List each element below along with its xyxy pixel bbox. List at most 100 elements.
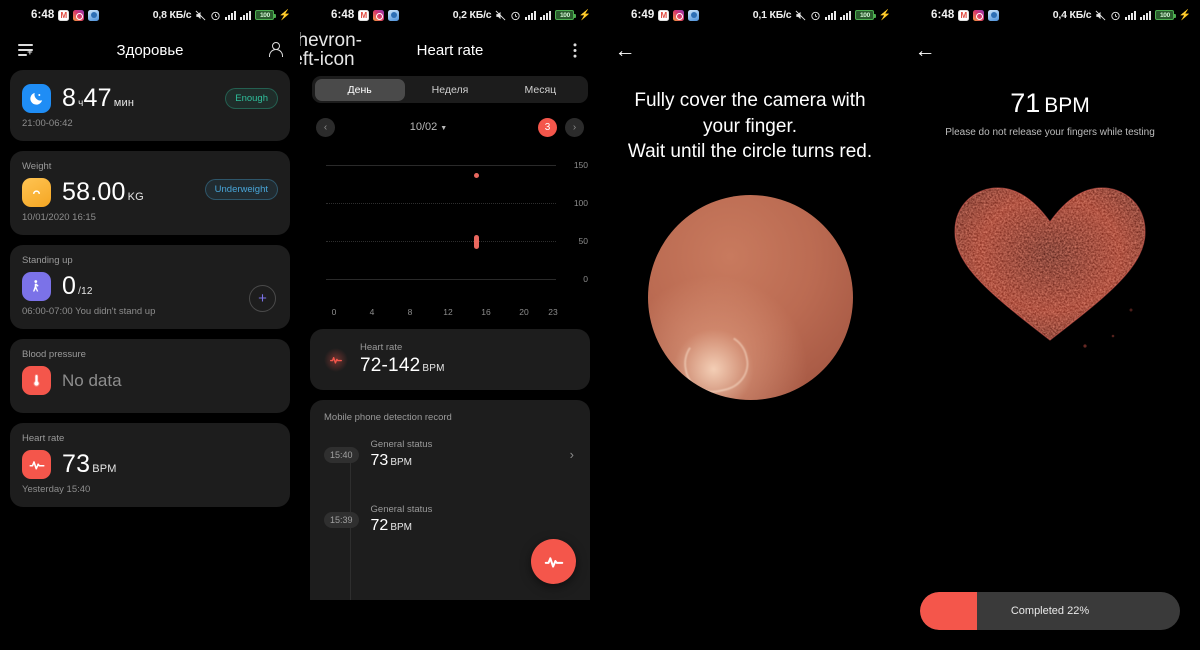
blue-app-icon: [688, 9, 700, 21]
panel-camera-instruction: 6:49 0,1 КБ/с 100 ⚡ ←: [600, 0, 900, 650]
tab-month[interactable]: Месяц: [495, 79, 585, 101]
charging-bolt-icon: ⚡: [878, 9, 891, 21]
signal-2-icon: [540, 10, 552, 20]
charging-bolt-icon: ⚡: [578, 9, 591, 21]
more-vertical-icon[interactable]: [564, 39, 586, 61]
bpm-value: 71: [1010, 88, 1041, 118]
weight-timestamp: 10/01/2020 16:15: [22, 212, 96, 223]
scale-icon: [22, 178, 51, 207]
panel-measuring: 6:48 0,4 КБ/с 100 ⚡ ←: [900, 0, 1200, 650]
card-label-heart-rate: Heart rate: [22, 433, 65, 444]
instagram-icon: [73, 9, 85, 21]
card-label-blood-pressure: Blood pressure: [22, 349, 86, 360]
status-time: 6:48: [331, 9, 355, 21]
alarm-icon: [1110, 10, 1121, 21]
current-date[interactable]: 10/02 ▼: [327, 121, 530, 133]
chevron-right-icon[interactable]: ›: [570, 447, 574, 462]
measure-heart-rate-fab[interactable]: [531, 539, 576, 584]
card-label-standing: Standing up: [22, 255, 73, 266]
weight-value: 58.00: [62, 178, 126, 206]
page-title: Здоровье: [116, 41, 184, 59]
record-unit: BPM: [390, 522, 412, 533]
header-2: chevron-left-icon Heart rate: [300, 30, 600, 70]
battery-icon: 100: [255, 10, 277, 20]
card-weight[interactable]: Weight 58.00 KG 10/01/2020 16:15 Underwe…: [10, 151, 290, 235]
list-item[interactable]: 15:40 General status 73 BPM ›: [324, 439, 576, 470]
progress-completed-label: Completed: [1010, 605, 1065, 617]
y-tick-100: 100: [573, 198, 588, 208]
instruction-line-3: Wait until the circle turns red.: [627, 141, 873, 163]
measured-bpm: 71 BPM: [900, 88, 1200, 119]
arrow-left-icon[interactable]: ←: [614, 39, 636, 61]
tab-day[interactable]: День: [314, 78, 405, 101]
camera-preview-circle: [647, 194, 853, 400]
period-tabs: День Неделя Месяц: [312, 76, 588, 103]
y-tick-0: 0: [583, 274, 588, 284]
instagram-icon: [373, 9, 385, 21]
data-point-range-72-82: [474, 235, 479, 249]
card-standing-up[interactable]: Standing up 0 /12 06:00-07:00 You didn't…: [10, 245, 290, 329]
x-tick-8: 8: [407, 307, 413, 317]
mute-icon: [1095, 10, 1106, 21]
instagram-icon: [973, 9, 985, 21]
status-bar-2: 6:48 0,2 КБ/с 100 ⚡: [300, 0, 600, 30]
status-badge-weight: Underweight: [204, 179, 278, 200]
status-bar-right-3: 0,1 КБ/с 100 ⚡: [753, 9, 891, 21]
network-speed: 0,4 КБ/с: [1052, 9, 1092, 21]
list-add-icon[interactable]: +: [14, 39, 36, 61]
x-tick-0: 0: [331, 307, 337, 317]
battery-icon: 100: [855, 10, 877, 20]
chevron-down-icon: ▼: [440, 125, 448, 132]
summary-value: 72-142: [360, 355, 421, 376]
record-value: 73: [370, 452, 389, 469]
chevron-left-icon[interactable]: chevron-left-icon: [300, 31, 362, 69]
bpm-unit: BPM: [1044, 94, 1090, 117]
signal-icon: [525, 10, 537, 20]
record-unit: BPM: [390, 457, 412, 468]
card-heart-rate[interactable]: Heart rate 73 BPM Yesterday 15:40: [10, 423, 290, 507]
status-time: 6:48: [31, 9, 55, 21]
weight-unit: KG: [127, 191, 144, 203]
reading-count-badge: 3: [538, 117, 557, 137]
record-time: 15:39: [324, 511, 359, 528]
record-status: General status: [370, 504, 433, 515]
person-icon[interactable]: [264, 39, 286, 61]
x-tick-16: 16: [481, 307, 491, 317]
add-standing-button[interactable]: +: [249, 285, 276, 312]
card-blood-pressure[interactable]: Blood pressure No data: [10, 339, 290, 413]
standing-goal: /12: [78, 286, 93, 297]
summary-unit: BPM: [422, 363, 445, 374]
network-speed: 0,8 КБ/с: [152, 9, 192, 21]
progress-label: Completed 22%: [920, 605, 1180, 617]
page-title: Heart rate: [416, 41, 484, 59]
x-tick-23: 23: [548, 307, 558, 317]
tab-week[interactable]: Неделя: [405, 79, 495, 101]
sleep-hours: 8: [62, 84, 77, 112]
mute-icon: [195, 10, 206, 21]
panel-heart-rate-detail: 6:48 0,2 КБ/с 100 ⚡ chevron-left-ic: [300, 0, 600, 650]
signal-2-icon: [240, 10, 252, 20]
measurement-progress-bar: Completed 22%: [920, 592, 1180, 630]
next-day-button[interactable]: ›: [565, 117, 584, 137]
blue-app-icon: [388, 9, 400, 21]
particle-heart-icon: [935, 168, 1165, 358]
camera-instruction-text: Fully cover the camera with your finger.…: [600, 70, 900, 165]
mute-icon: [495, 10, 506, 21]
data-point-142: [474, 173, 479, 178]
list-item[interactable]: 15:39 General status 72 BPM: [324, 504, 576, 535]
signal-2-icon: [1140, 10, 1152, 20]
panel-health-home: 6:48 0,8 КБ/с 100 ⚡ +: [0, 0, 300, 650]
measuring-note: Please do not release your fingers while…: [945, 127, 1155, 138]
arrow-left-icon[interactable]: ←: [914, 39, 936, 61]
card-sleep[interactable]: 8 ч 47 мин 21:00-06:42 Enough: [10, 70, 290, 141]
battery-icon: 100: [555, 10, 577, 20]
heart-rate-unit: BPM: [92, 463, 117, 475]
y-tick-50: 50: [578, 236, 588, 246]
heart-rate-timestamp: Yesterday 15:40: [22, 484, 91, 495]
status-bar-left-2: 6:48: [309, 9, 400, 21]
header-3: ←: [600, 30, 900, 70]
heart-rate-summary-card[interactable]: Heart rate 72-142 BPM: [310, 329, 590, 390]
gmail-icon: [658, 9, 670, 21]
status-bar-1: 6:48 0,8 КБ/с 100 ⚡: [0, 0, 300, 30]
detection-record-card: Mobile phone detection record 15:40 Gene…: [310, 400, 590, 600]
